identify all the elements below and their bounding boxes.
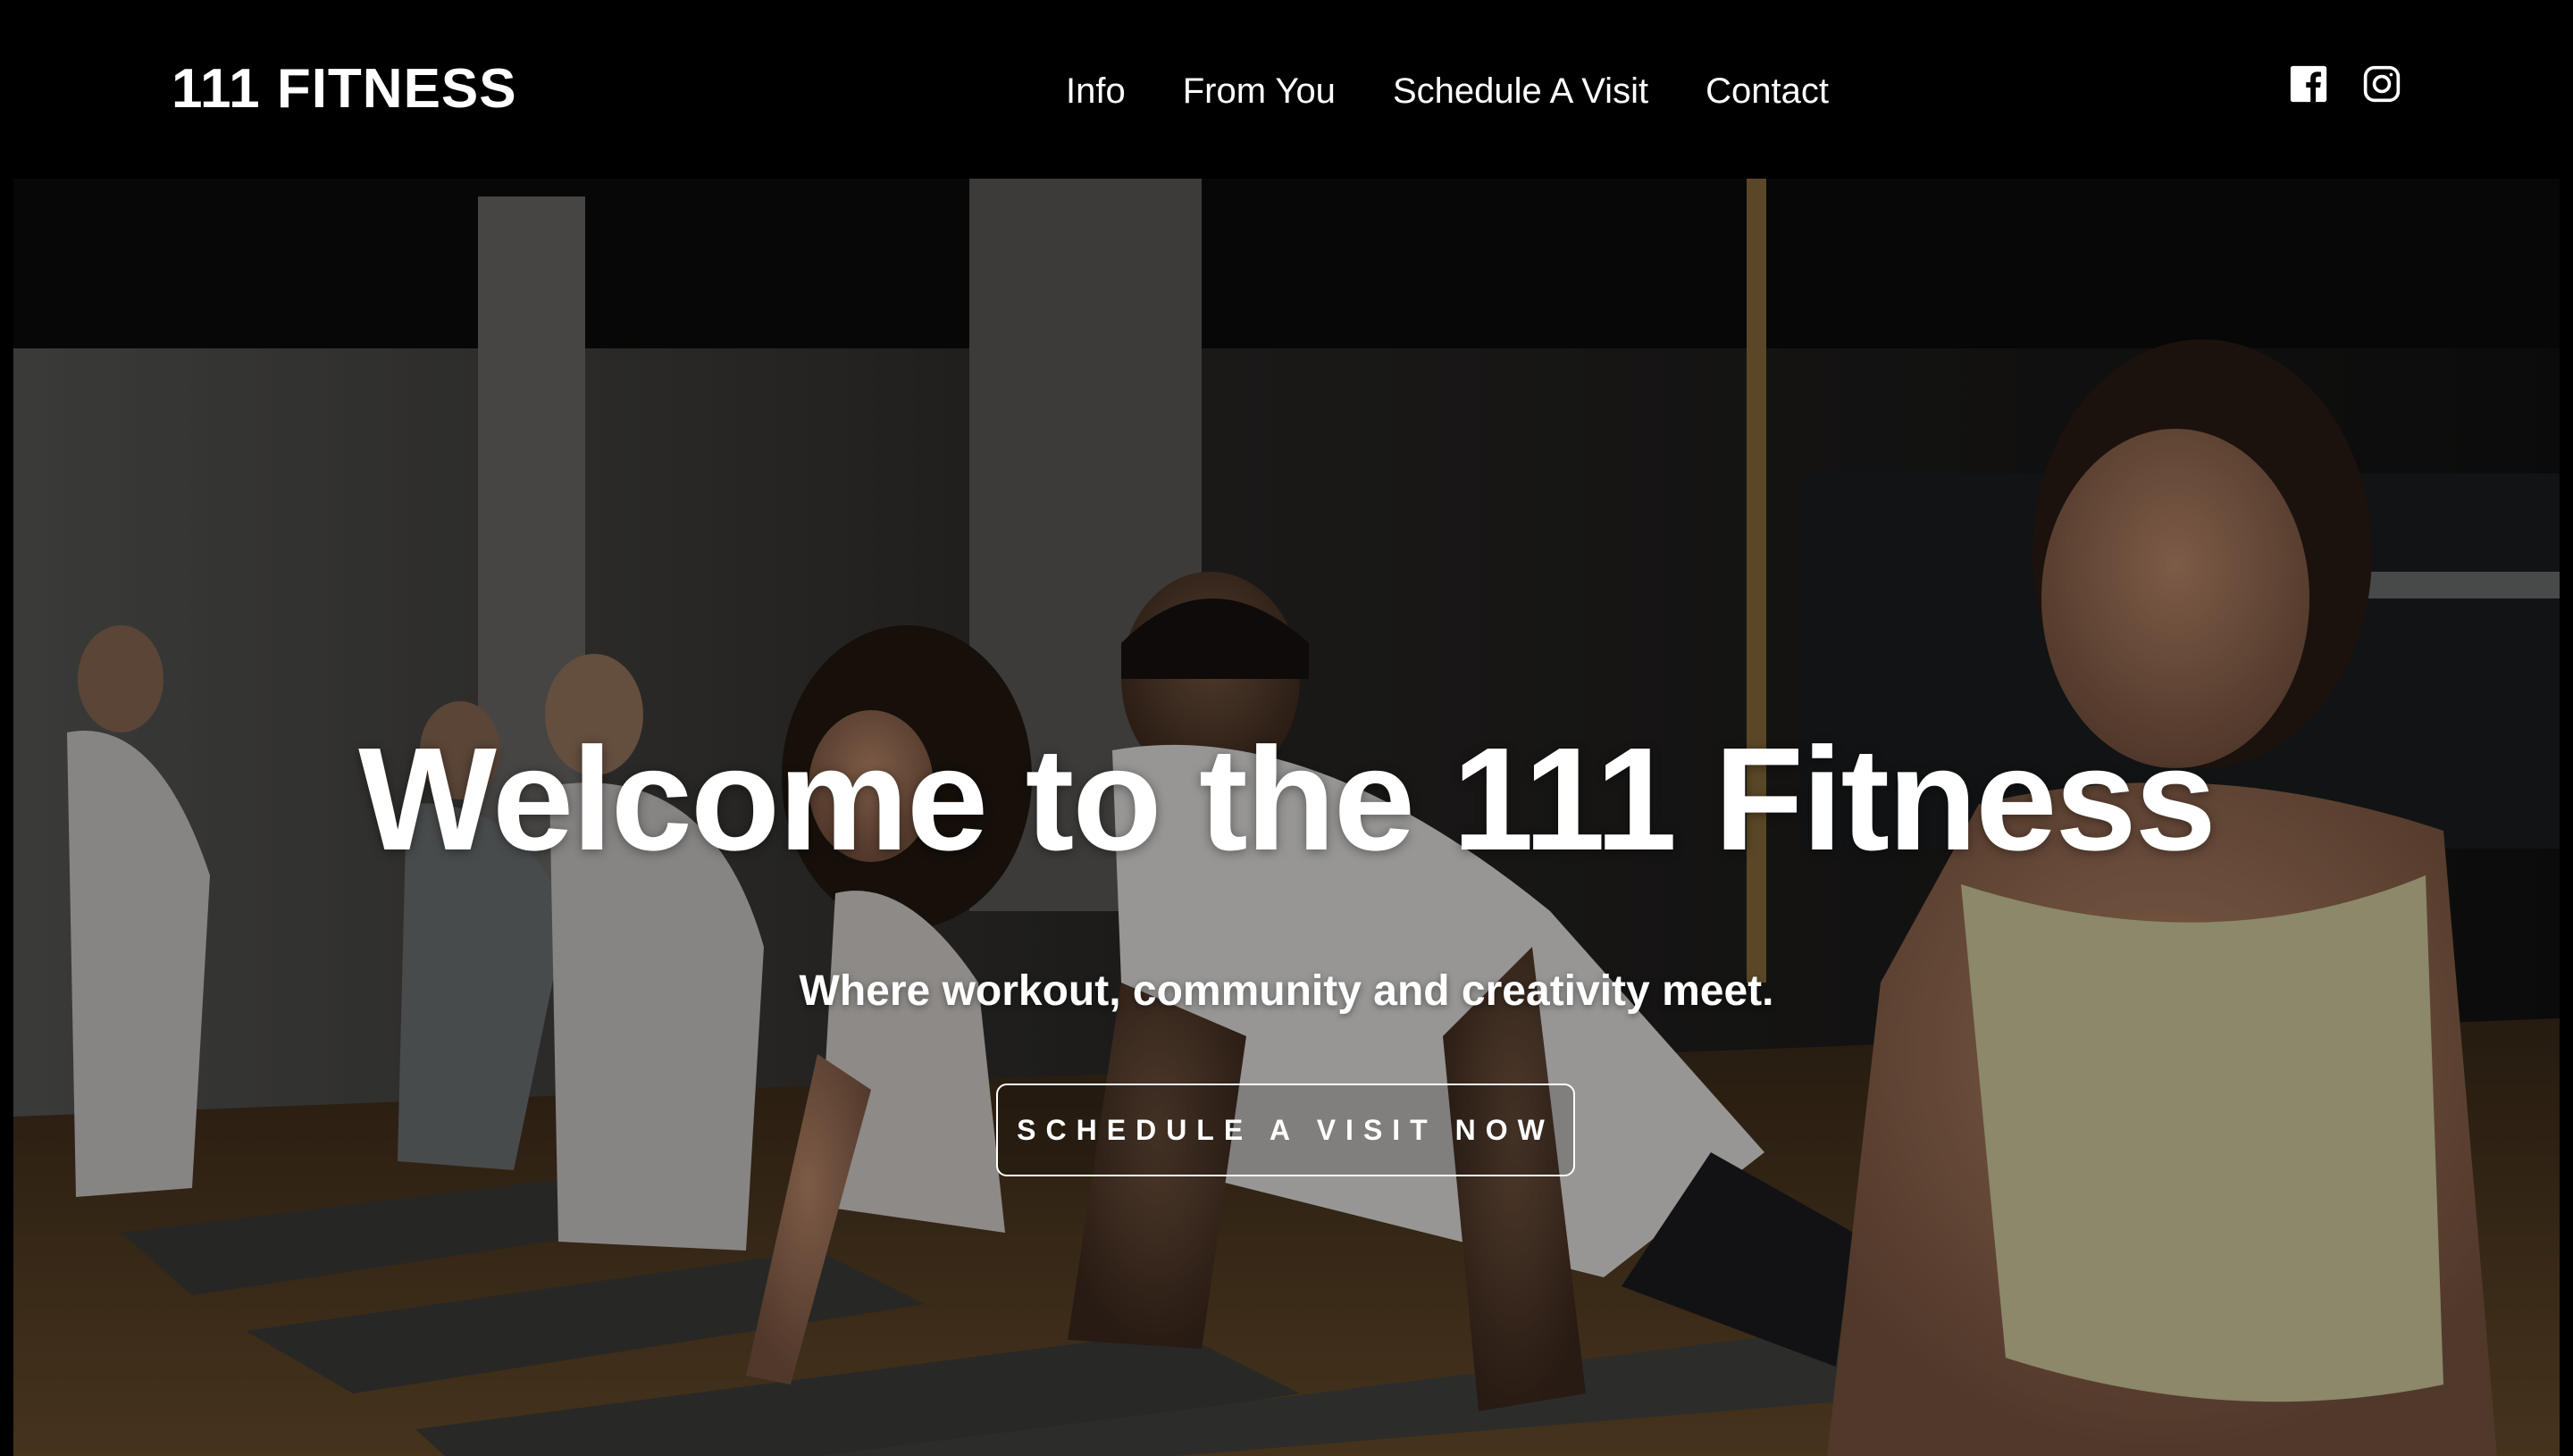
facebook-icon [2290,65,2327,103]
nav-link-schedule-a-visit[interactable]: Schedule A Visit [1393,64,1648,118]
page: 111 FITNESS Info From You Schedule A Vis… [0,0,2573,1456]
nav-link-info[interactable]: Info [1066,64,1126,118]
hero-title: Welcome to the 111 Fitness [358,717,2217,881]
site-header: 111 FITNESS Info From You Schedule A Vis… [0,0,2573,179]
instagram-link[interactable] [2362,64,2401,104]
nav-link-from-you[interactable]: From You [1183,64,1336,118]
social-links [2289,64,2401,104]
nav-link-contact[interactable]: Contact [1706,64,1829,118]
facebook-link[interactable] [2289,64,2328,104]
schedule-visit-cta-button[interactable]: SCHEDULE A VISIT NOW [996,1084,1575,1176]
site-logo[interactable]: 111 FITNESS [172,55,517,123]
main-nav: Info From You Schedule A Visit Contact [1066,64,1829,118]
instagram-icon [2363,65,2401,103]
hero-subtitle: Where workout, community and creativity … [799,967,1774,1015]
hero-section: Welcome to the 111 Fitness Where workout… [13,179,2560,1456]
